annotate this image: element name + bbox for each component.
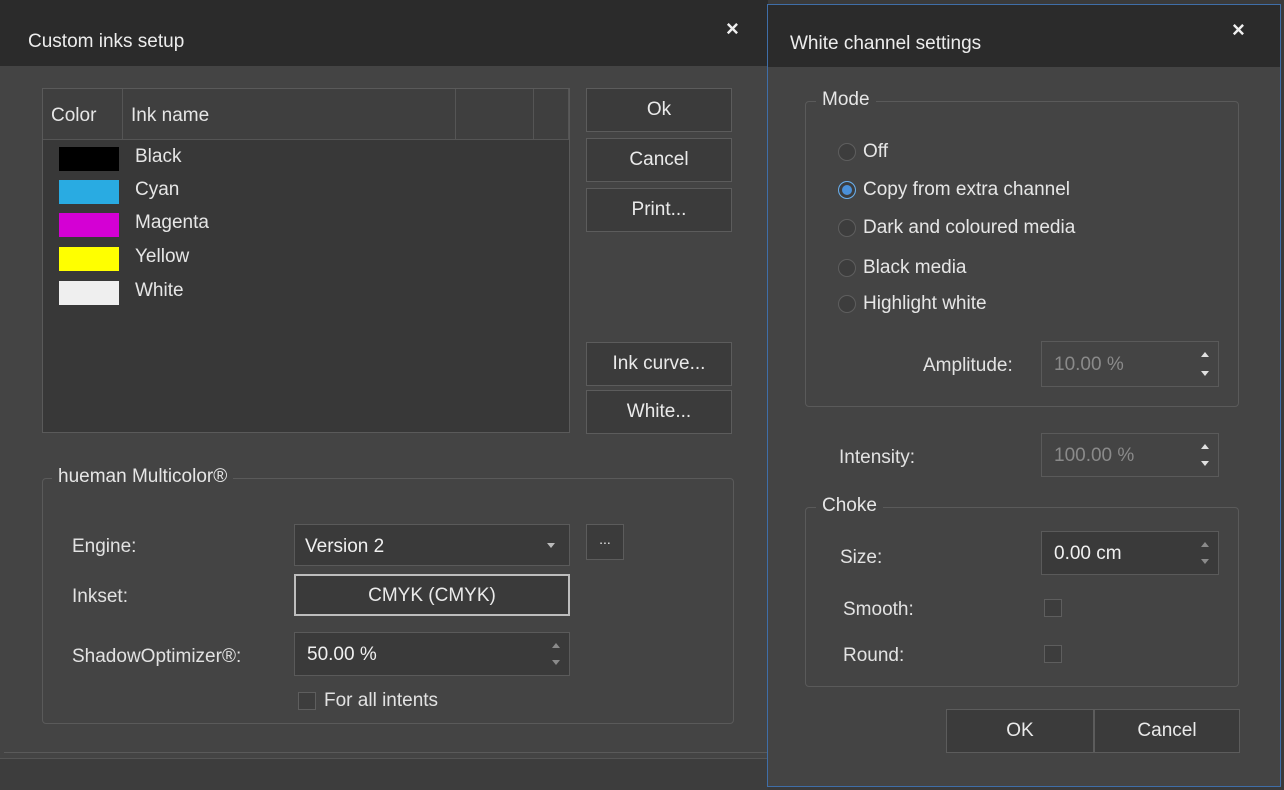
button-label: White...: [626, 401, 692, 422]
close-icon[interactable]: ×: [726, 16, 739, 42]
color-swatch: [59, 281, 119, 305]
chevron-down-icon: [547, 543, 555, 548]
color-swatch: [59, 247, 119, 271]
color-swatch: [59, 147, 119, 171]
ink-row-cyan[interactable]: Cyan: [43, 176, 569, 208]
ink-name: White: [135, 280, 184, 301]
mode-radio-dark-coloured[interactable]: [838, 219, 856, 237]
shadow-optimizer-input[interactable]: 50.00 %: [294, 632, 570, 676]
intensity-label: Intensity:: [839, 447, 916, 468]
mode-radio-off[interactable]: [838, 143, 856, 161]
column-header-label: Color: [51, 105, 97, 126]
intensity-value: 100.00 %: [1054, 445, 1135, 466]
amplitude-value: 10.00 %: [1054, 354, 1124, 375]
size-value: 0.00 cm: [1054, 543, 1122, 564]
close-icon[interactable]: ×: [1232, 17, 1245, 43]
multicolor-group-label: hueman Multicolor®: [52, 466, 234, 488]
ink-row-magenta[interactable]: Magenta: [43, 209, 569, 241]
dialog-title: White channel settings: [790, 33, 982, 54]
button-label: Print...: [631, 199, 687, 220]
title-bar: White channel settings ×: [768, 5, 1280, 67]
ink-row-white[interactable]: White: [43, 277, 569, 309]
inkset-button[interactable]: CMYK (CMYK): [294, 574, 570, 616]
engine-more-button[interactable]: ...: [586, 524, 624, 560]
ink-name: Magenta: [135, 212, 209, 233]
color-swatch: [59, 213, 119, 237]
color-swatch: [59, 180, 119, 204]
engine-select[interactable]: Version 2: [294, 524, 570, 566]
size-input[interactable]: 0.00 cm: [1041, 531, 1219, 575]
mode-radio-highlight-white[interactable]: [838, 295, 856, 313]
for-all-intents-label: For all intents: [324, 690, 439, 711]
mode-radio-label: Copy from extra channel: [863, 179, 1070, 200]
ink-list[interactable]: Color Ink name Black Cyan Magenta Yellow…: [42, 88, 570, 433]
column-header-color[interactable]: Color: [43, 89, 123, 139]
size-label: Size:: [840, 547, 883, 568]
button-label: Cancel: [629, 149, 689, 170]
amplitude-label: Amplitude:: [923, 355, 1013, 376]
shadow-optimizer-label: ShadowOptimizer®:: [72, 646, 242, 667]
divider: [4, 752, 768, 753]
engine-value: Version 2: [305, 536, 385, 557]
ink-name: Yellow: [135, 246, 190, 267]
white-channel-dialog: White channel settings × Mode Off Copy f…: [767, 4, 1281, 787]
button-label: CMYK (CMYK): [368, 585, 496, 606]
ink-list-header: Color Ink name: [43, 89, 569, 140]
button-label: Ink curve...: [612, 353, 706, 374]
spinner-icon[interactable]: [1198, 342, 1212, 386]
shadow-optimizer-value: 50.00 %: [307, 644, 377, 665]
spinner-icon[interactable]: [549, 633, 563, 675]
round-label: Round:: [843, 645, 905, 666]
ink-row-yellow[interactable]: Yellow: [43, 243, 569, 275]
ink-name: Black: [135, 146, 182, 167]
button-label: Cancel: [1137, 720, 1197, 741]
button-label: ...: [599, 531, 611, 547]
inkset-label: Inkset:: [72, 586, 128, 607]
amplitude-input[interactable]: 10.00 %: [1041, 341, 1219, 387]
round-checkbox[interactable]: [1044, 645, 1062, 663]
spinner-icon[interactable]: [1198, 434, 1212, 476]
column-header-4[interactable]: [534, 89, 569, 139]
ink-curve-button[interactable]: Ink curve...: [586, 342, 732, 386]
title-bar: Custom inks setup ×: [0, 0, 768, 66]
status-strip: [0, 758, 768, 790]
smooth-label: Smooth:: [843, 599, 914, 620]
mode-radio-label: Black media: [863, 257, 967, 278]
for-all-intents-checkbox[interactable]: [298, 692, 316, 710]
column-header-label: Ink name: [131, 105, 210, 126]
spinner-icon[interactable]: [1198, 532, 1212, 574]
column-header-3[interactable]: [456, 89, 534, 139]
button-label: Ok: [646, 99, 672, 120]
mode-radio-label: Dark and coloured media: [863, 217, 1076, 238]
choke-group-label: Choke: [816, 495, 883, 517]
intensity-input[interactable]: 100.00 %: [1041, 433, 1219, 477]
column-header-ink-name[interactable]: Ink name: [123, 89, 456, 139]
mode-group-label: Mode: [816, 89, 876, 111]
button-label: OK: [1006, 720, 1034, 741]
mode-radio-copy-extra[interactable]: [838, 181, 856, 199]
print-button[interactable]: Print...: [586, 188, 732, 232]
dialog-title: Custom inks setup: [28, 31, 185, 52]
mode-radio-black-media[interactable]: [838, 259, 856, 277]
ok-button[interactable]: Ok: [586, 88, 732, 132]
custom-inks-dialog: Custom inks setup × Color Ink name Black…: [0, 0, 768, 790]
ink-name: Cyan: [135, 179, 180, 200]
engine-label: Engine:: [72, 536, 137, 557]
cancel-button[interactable]: Cancel: [1094, 709, 1240, 753]
smooth-checkbox[interactable]: [1044, 599, 1062, 617]
mode-radio-label: Off: [863, 141, 888, 162]
ok-button[interactable]: OK: [946, 709, 1094, 753]
white-button[interactable]: White...: [586, 390, 732, 434]
cancel-button[interactable]: Cancel: [586, 138, 732, 182]
ink-row-black[interactable]: Black: [43, 143, 569, 175]
mode-radio-label: Highlight white: [863, 293, 987, 314]
